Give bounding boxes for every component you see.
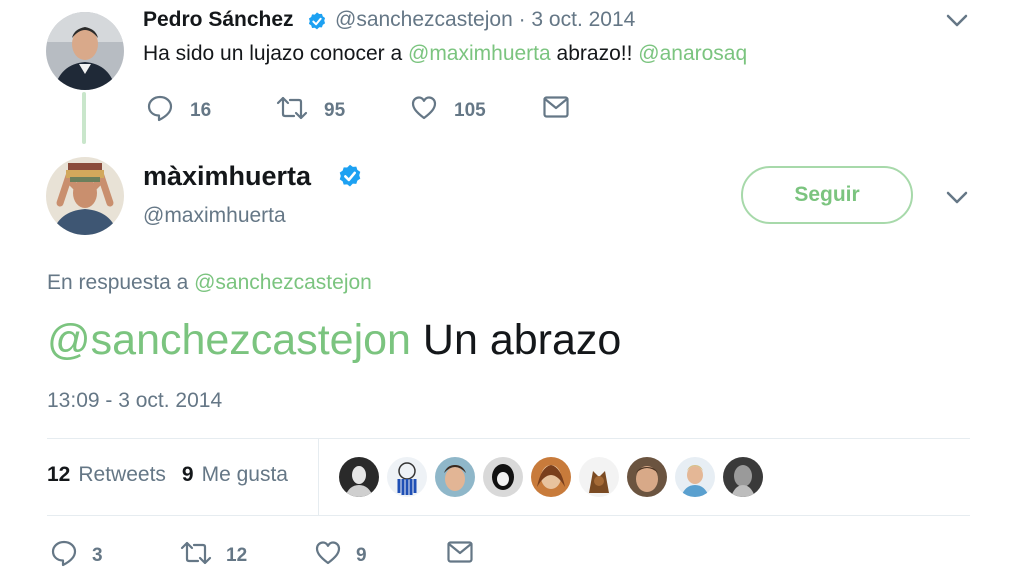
reply-to-link[interactable]: @sanchezcastejon [194, 271, 372, 294]
divider-vertical [318, 439, 319, 516]
tweet-text-part: abrazo!! [550, 42, 639, 65]
like-count: 105 [454, 99, 486, 121]
engagement-stats: 12 Retweets 9 Me gusta [47, 463, 288, 487]
mention-link[interactable]: @anarosaq [638, 42, 747, 65]
tweet-text-part: Un abrazo [410, 316, 622, 364]
verified-badge-icon [306, 11, 328, 38]
liker-avatar[interactable] [627, 457, 667, 497]
tweet-text: @sanchezcastejon Un abrazo [47, 316, 621, 365]
retweets-count[interactable]: 12 [47, 463, 70, 487]
reply-count: 3 [92, 544, 103, 566]
reply-context: En respuesta a @sanchezcastejon [47, 271, 372, 295]
envelope-icon [446, 539, 474, 570]
author-name[interactable]: màximhuerta [143, 161, 311, 192]
reply-icon [146, 94, 174, 127]
verified-badge-icon [336, 163, 364, 196]
liker-avatar[interactable] [531, 457, 571, 497]
retweet-count: 95 [324, 99, 346, 121]
retweet-count: 12 [226, 544, 248, 566]
liker-avatar[interactable] [435, 457, 475, 497]
reply-button[interactable]: 16 [146, 94, 211, 127]
avatar-maximhuerta[interactable] [46, 157, 124, 235]
liker-avatar[interactable] [723, 457, 763, 497]
chevron-down-icon[interactable] [946, 14, 968, 33]
mention-link[interactable]: @maximhuerta [408, 42, 551, 65]
retweets-label[interactable]: Retweets [78, 463, 166, 487]
author-handle-date[interactable]: @sanchezcastejon · 3 oct. 2014 [335, 8, 635, 32]
direct-message-button[interactable] [446, 539, 474, 570]
avatar-pedro-sanchez[interactable] [46, 12, 124, 90]
reply-count: 16 [190, 99, 212, 121]
like-button[interactable]: 105 [410, 94, 486, 127]
tweet-text-part: Ha sido un lujazo conocer a [143, 42, 408, 65]
likes-label[interactable]: Me gusta [202, 463, 288, 487]
retweet-button[interactable]: 95 [276, 94, 345, 127]
heart-icon [410, 94, 438, 127]
tweet-timestamp[interactable]: 13:09 - 3 oct. 2014 [47, 389, 222, 413]
thread-connector-line [82, 92, 86, 144]
liker-avatar[interactable] [483, 457, 523, 497]
retweet-icon [276, 94, 308, 127]
retweet-button[interactable]: 12 [180, 539, 247, 572]
likes-count[interactable]: 9 [182, 463, 194, 487]
follow-button[interactable]: Seguir [741, 166, 913, 224]
like-button[interactable]: 9 [314, 539, 367, 572]
chevron-down-icon[interactable] [946, 191, 968, 210]
liker-avatar[interactable] [579, 457, 619, 497]
liker-avatar[interactable] [339, 457, 379, 497]
envelope-icon [542, 94, 570, 125]
heart-icon [314, 539, 342, 572]
like-count: 9 [356, 544, 367, 566]
divider [47, 438, 970, 439]
author-name[interactable]: Pedro Sánchez [143, 8, 294, 32]
divider [47, 515, 970, 516]
liker-avatar[interactable] [675, 457, 715, 497]
reply-button[interactable]: 3 [50, 539, 103, 572]
liker-avatar[interactable] [387, 457, 427, 497]
tweet-text: Ha sido un lujazo conocer a @maximhuerta… [143, 42, 747, 66]
retweet-icon [180, 539, 212, 572]
direct-message-button[interactable] [542, 94, 570, 125]
author-handle[interactable]: @maximhuerta [143, 204, 286, 228]
reply-prefix: En respuesta a [47, 271, 195, 294]
reply-icon [50, 539, 78, 572]
mention-link[interactable]: @sanchezcastejon [47, 316, 411, 364]
